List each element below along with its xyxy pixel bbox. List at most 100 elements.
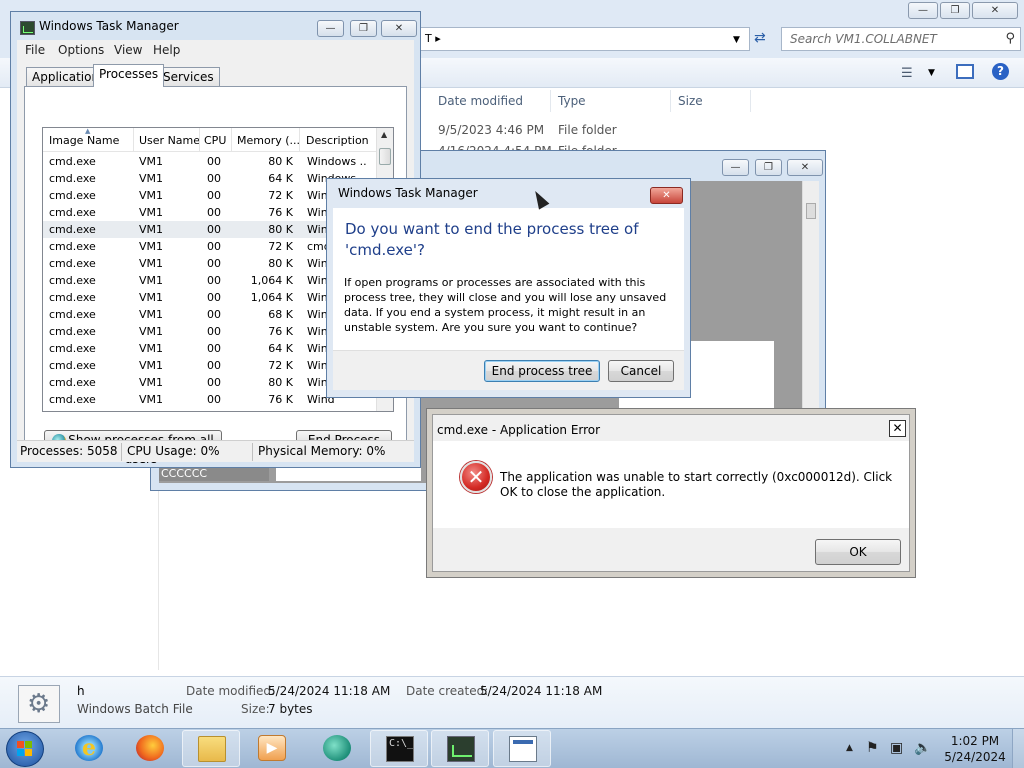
tab-services[interactable]: Services xyxy=(157,67,220,86)
scrollbar-thumb[interactable] xyxy=(806,203,816,219)
address-bar[interactable]: T ▸ ▼ xyxy=(420,27,750,51)
process-image-name: cmd.exe xyxy=(49,223,96,236)
views-dropdown-icon[interactable]: ▼ xyxy=(928,68,935,78)
process-count: Processes: 5058 xyxy=(20,444,118,458)
start-button[interactable] xyxy=(6,731,44,767)
process-cpu: 00 xyxy=(207,308,221,321)
menu-file[interactable]: File xyxy=(25,43,45,57)
process-user-name: VM1 xyxy=(139,240,164,253)
close-button[interactable]: ✕ xyxy=(972,2,1018,19)
clock-time[interactable]: 1:02 PM xyxy=(940,734,1010,748)
taskbar-media-player[interactable]: ▶ xyxy=(243,730,301,767)
tab-processes[interactable]: Processes xyxy=(93,64,165,87)
process-cpu: 00 xyxy=(207,376,221,389)
taskbar-window[interactable] xyxy=(493,730,551,767)
process-image-name: cmd.exe xyxy=(49,274,96,287)
dialog-content: Do you want to end the process tree of '… xyxy=(333,208,684,350)
column-cpu[interactable]: CPU xyxy=(204,134,226,147)
column-image-name[interactable]: Image Name xyxy=(49,134,119,147)
process-cpu: 00 xyxy=(207,393,221,406)
menu-help[interactable]: Help xyxy=(153,43,180,57)
taskbar-app[interactable] xyxy=(308,730,366,767)
show-hidden-icons-icon[interactable]: ▲ xyxy=(846,743,853,753)
ie-icon: e xyxy=(75,735,103,761)
column-description[interactable]: Description xyxy=(306,134,369,147)
menu-view[interactable]: View xyxy=(114,43,142,57)
menu-bar: File Options View Help xyxy=(17,40,414,60)
search-icon[interactable]: ⚲ xyxy=(1005,31,1015,46)
action-center-flag-icon[interactable]: ⚑ xyxy=(866,740,879,756)
taskbar: e ▶ C:\_ ▲ ⚑ ▣ 🔈 1:02 PM 5/24/2024 xyxy=(0,728,1024,768)
process-image-name: cmd.exe xyxy=(49,172,96,185)
process-user-name: VM1 xyxy=(139,206,164,219)
end-process-tree-dialog[interactable]: Windows Task Manager ✕ Do you want to en… xyxy=(326,178,691,398)
minimize-button[interactable]: — xyxy=(722,159,749,176)
address-chevron-icon: T ▸ xyxy=(425,32,441,45)
file-row[interactable]: 9/5/2023 4:46 PM File folder xyxy=(438,123,617,137)
size-label: Size: xyxy=(241,702,270,716)
process-memory: 72 K xyxy=(268,240,293,253)
search-input[interactable]: Search VM1.COLLABNET xyxy=(790,32,937,46)
scroll-up-icon[interactable]: ▲ xyxy=(381,130,387,139)
close-icon[interactable]: ✕ xyxy=(889,420,906,437)
maximize-button[interactable]: ❐ xyxy=(755,159,782,176)
process-memory: 72 K xyxy=(268,359,293,372)
close-button[interactable]: ✕ xyxy=(787,159,823,176)
search-box[interactable]: Search VM1.COLLABNET ⚲ xyxy=(781,27,1021,51)
process-image-name: cmd.exe xyxy=(49,376,96,389)
status-text: CCCCCC xyxy=(159,467,269,481)
help-icon[interactable]: ? xyxy=(992,63,1009,80)
taskbar-task-manager[interactable] xyxy=(431,730,489,767)
application-error-dialog[interactable]: cmd.exe - Application Error ✕ ✕ The appl… xyxy=(426,408,916,578)
process-image-name: cmd.exe xyxy=(49,206,96,219)
cpu-usage: CPU Usage: 0% xyxy=(127,444,220,458)
navigation-pane-divider[interactable] xyxy=(158,470,159,670)
taskbar-cmd[interactable]: C:\_ xyxy=(370,730,428,767)
clock-date[interactable]: 5/24/2024 xyxy=(940,750,1010,764)
window-icon xyxy=(509,736,537,762)
process-user-name: VM1 xyxy=(139,325,164,338)
network-icon[interactable]: ▣ xyxy=(890,740,903,756)
process-cpu: 00 xyxy=(207,240,221,253)
cancel-button[interactable]: Cancel xyxy=(608,360,674,382)
end-process-tree-button[interactable]: End process tree xyxy=(484,360,600,382)
taskbar-firefox[interactable] xyxy=(121,730,179,767)
address-dropdown-icon[interactable]: ▼ xyxy=(733,35,740,45)
taskbar-internet-explorer[interactable]: e xyxy=(60,730,118,767)
scrollbar-thumb[interactable] xyxy=(379,148,391,165)
preview-pane-icon[interactable] xyxy=(956,64,974,79)
column-memory[interactable]: Memory (... xyxy=(237,134,300,147)
error-icon: ✕ xyxy=(460,461,492,493)
dialog-content: ✕ The application was unable to start co… xyxy=(433,441,909,528)
maximize-button[interactable]: ❐ xyxy=(940,2,970,19)
process-image-name: cmd.exe xyxy=(49,155,96,168)
folder-icon xyxy=(198,736,226,762)
show-desktop-button[interactable] xyxy=(1012,729,1024,768)
refresh-icon[interactable]: ⇄ xyxy=(754,30,766,46)
process-image-name: cmd.exe xyxy=(49,359,96,372)
views-icon[interactable]: ☰ xyxy=(901,66,913,81)
date-modified-label: Date modified: xyxy=(186,684,276,698)
dialog-footer: End process tree Cancel xyxy=(333,350,684,390)
maximize-button[interactable]: ❐ xyxy=(350,20,377,37)
close-button[interactable]: ✕ xyxy=(650,187,683,204)
column-type[interactable]: Type xyxy=(558,94,586,108)
process-cpu: 00 xyxy=(207,155,221,168)
file-type: File folder xyxy=(558,123,617,137)
process-row[interactable]: cmd.exe VM1 00 80 K Windows ... xyxy=(43,153,377,170)
process-cpu: 00 xyxy=(207,257,221,270)
taskbar-explorer[interactable] xyxy=(182,730,240,767)
close-button[interactable]: ✕ xyxy=(381,20,417,37)
column-date-modified[interactable]: Date modified xyxy=(438,94,523,108)
dialog-title: cmd.exe - Application Error xyxy=(437,423,601,437)
column-size[interactable]: Size xyxy=(678,94,703,108)
volume-muted-icon[interactable]: 🔈 xyxy=(914,740,931,756)
minimize-button[interactable]: — xyxy=(908,2,938,19)
column-user-name[interactable]: User Name xyxy=(139,134,200,147)
process-user-name: VM1 xyxy=(139,342,164,355)
process-cpu: 00 xyxy=(207,206,221,219)
process-memory: 64 K xyxy=(268,172,293,185)
menu-options[interactable]: Options xyxy=(58,43,104,57)
ok-button[interactable]: OK xyxy=(815,539,901,565)
minimize-button[interactable]: — xyxy=(317,20,344,37)
